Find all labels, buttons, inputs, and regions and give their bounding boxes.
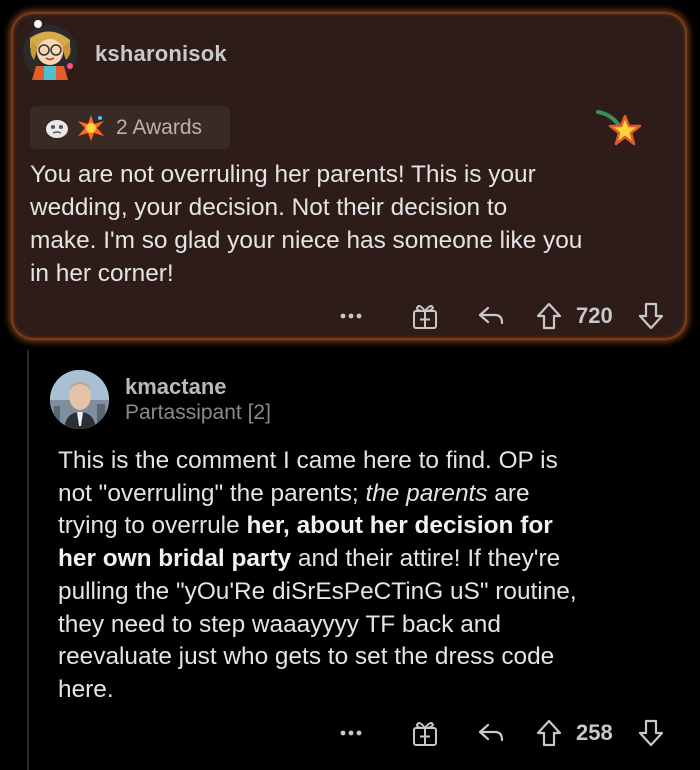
body-line: This is the comment I came here to find.…	[58, 447, 558, 474]
more-options-button[interactable]	[336, 301, 366, 331]
body-line: her own bridal party and their attire! I…	[58, 543, 678, 576]
reply-button[interactable]	[474, 299, 508, 333]
more-icon	[340, 730, 362, 736]
upvote-icon	[536, 719, 562, 747]
comment-body: You are not overruling her parents! This…	[30, 158, 670, 290]
body-line: pulling the "yOu'Re diSrEsPeCTinG uS" ro…	[58, 577, 577, 605]
thread-line[interactable]	[27, 350, 29, 770]
user-avatar[interactable]	[50, 370, 109, 429]
body-line: reevaluate just who gets to set the dres…	[58, 643, 555, 671]
comment-body: This is the comment I came here to find.…	[58, 445, 678, 707]
body-italic-text: the parents	[365, 479, 488, 507]
comment-thread: ksharonisok 2 Awards You are not overrul…	[0, 0, 700, 770]
downvote-button[interactable]	[636, 299, 666, 333]
star-badge-icon	[596, 110, 642, 146]
comment-author[interactable]: ksharonisok	[95, 41, 227, 67]
body-text: are	[487, 479, 530, 507]
body-line: make. I'm so glad your niece has someone…	[30, 227, 583, 254]
awards-count: 2 Awards	[116, 115, 202, 139]
upvote-button[interactable]	[534, 299, 564, 333]
user-avatar[interactable]	[20, 18, 80, 82]
body-text: not "overruling" the parents;	[58, 479, 366, 507]
upvote-button[interactable]	[534, 716, 564, 750]
body-line: You are not overruling her parents! This…	[30, 161, 536, 188]
body-line: wedding, your decision. Not their decisi…	[30, 194, 508, 221]
reply-icon	[478, 723, 504, 742]
body-line: not "overruling" the parents; the parent…	[58, 478, 678, 511]
reply-icon	[478, 306, 504, 325]
upvote-icon	[536, 302, 562, 330]
body-line: trying to overrule her, about her decisi…	[58, 510, 678, 543]
awards-bar[interactable]: 2 Awards	[30, 106, 230, 149]
body-line: they need to step waaayyyy TF back and	[58, 610, 501, 638]
reply-button[interactable]	[474, 716, 508, 750]
give-award-button[interactable]	[408, 299, 442, 333]
body-text: trying to overrule	[58, 512, 247, 540]
comment-actions: 258	[330, 713, 670, 753]
user-flair: Partassipant [2]	[125, 401, 271, 424]
more-options-button[interactable]	[336, 718, 366, 748]
award-face-icon	[46, 119, 68, 138]
downvote-icon	[638, 719, 664, 747]
award-burst-icon	[78, 114, 104, 141]
body-line: in her corner!	[30, 260, 174, 287]
body-text: and their attire! If they're	[291, 545, 561, 573]
vote-score: 720	[576, 303, 613, 328]
downvote-icon	[638, 302, 664, 330]
give-award-button[interactable]	[408, 716, 442, 750]
more-icon	[340, 313, 362, 319]
vote-score: 258	[576, 720, 613, 745]
body-line: here.	[58, 675, 114, 703]
downvote-button[interactable]	[636, 716, 666, 750]
gift-icon	[413, 722, 437, 746]
comment-actions: 720	[330, 296, 670, 336]
body-bold-text: her own bridal party	[58, 545, 292, 573]
body-bold-text: her, about her decision for	[246, 512, 553, 540]
gift-icon	[413, 305, 437, 329]
comment-author[interactable]: kmactane	[125, 374, 227, 400]
